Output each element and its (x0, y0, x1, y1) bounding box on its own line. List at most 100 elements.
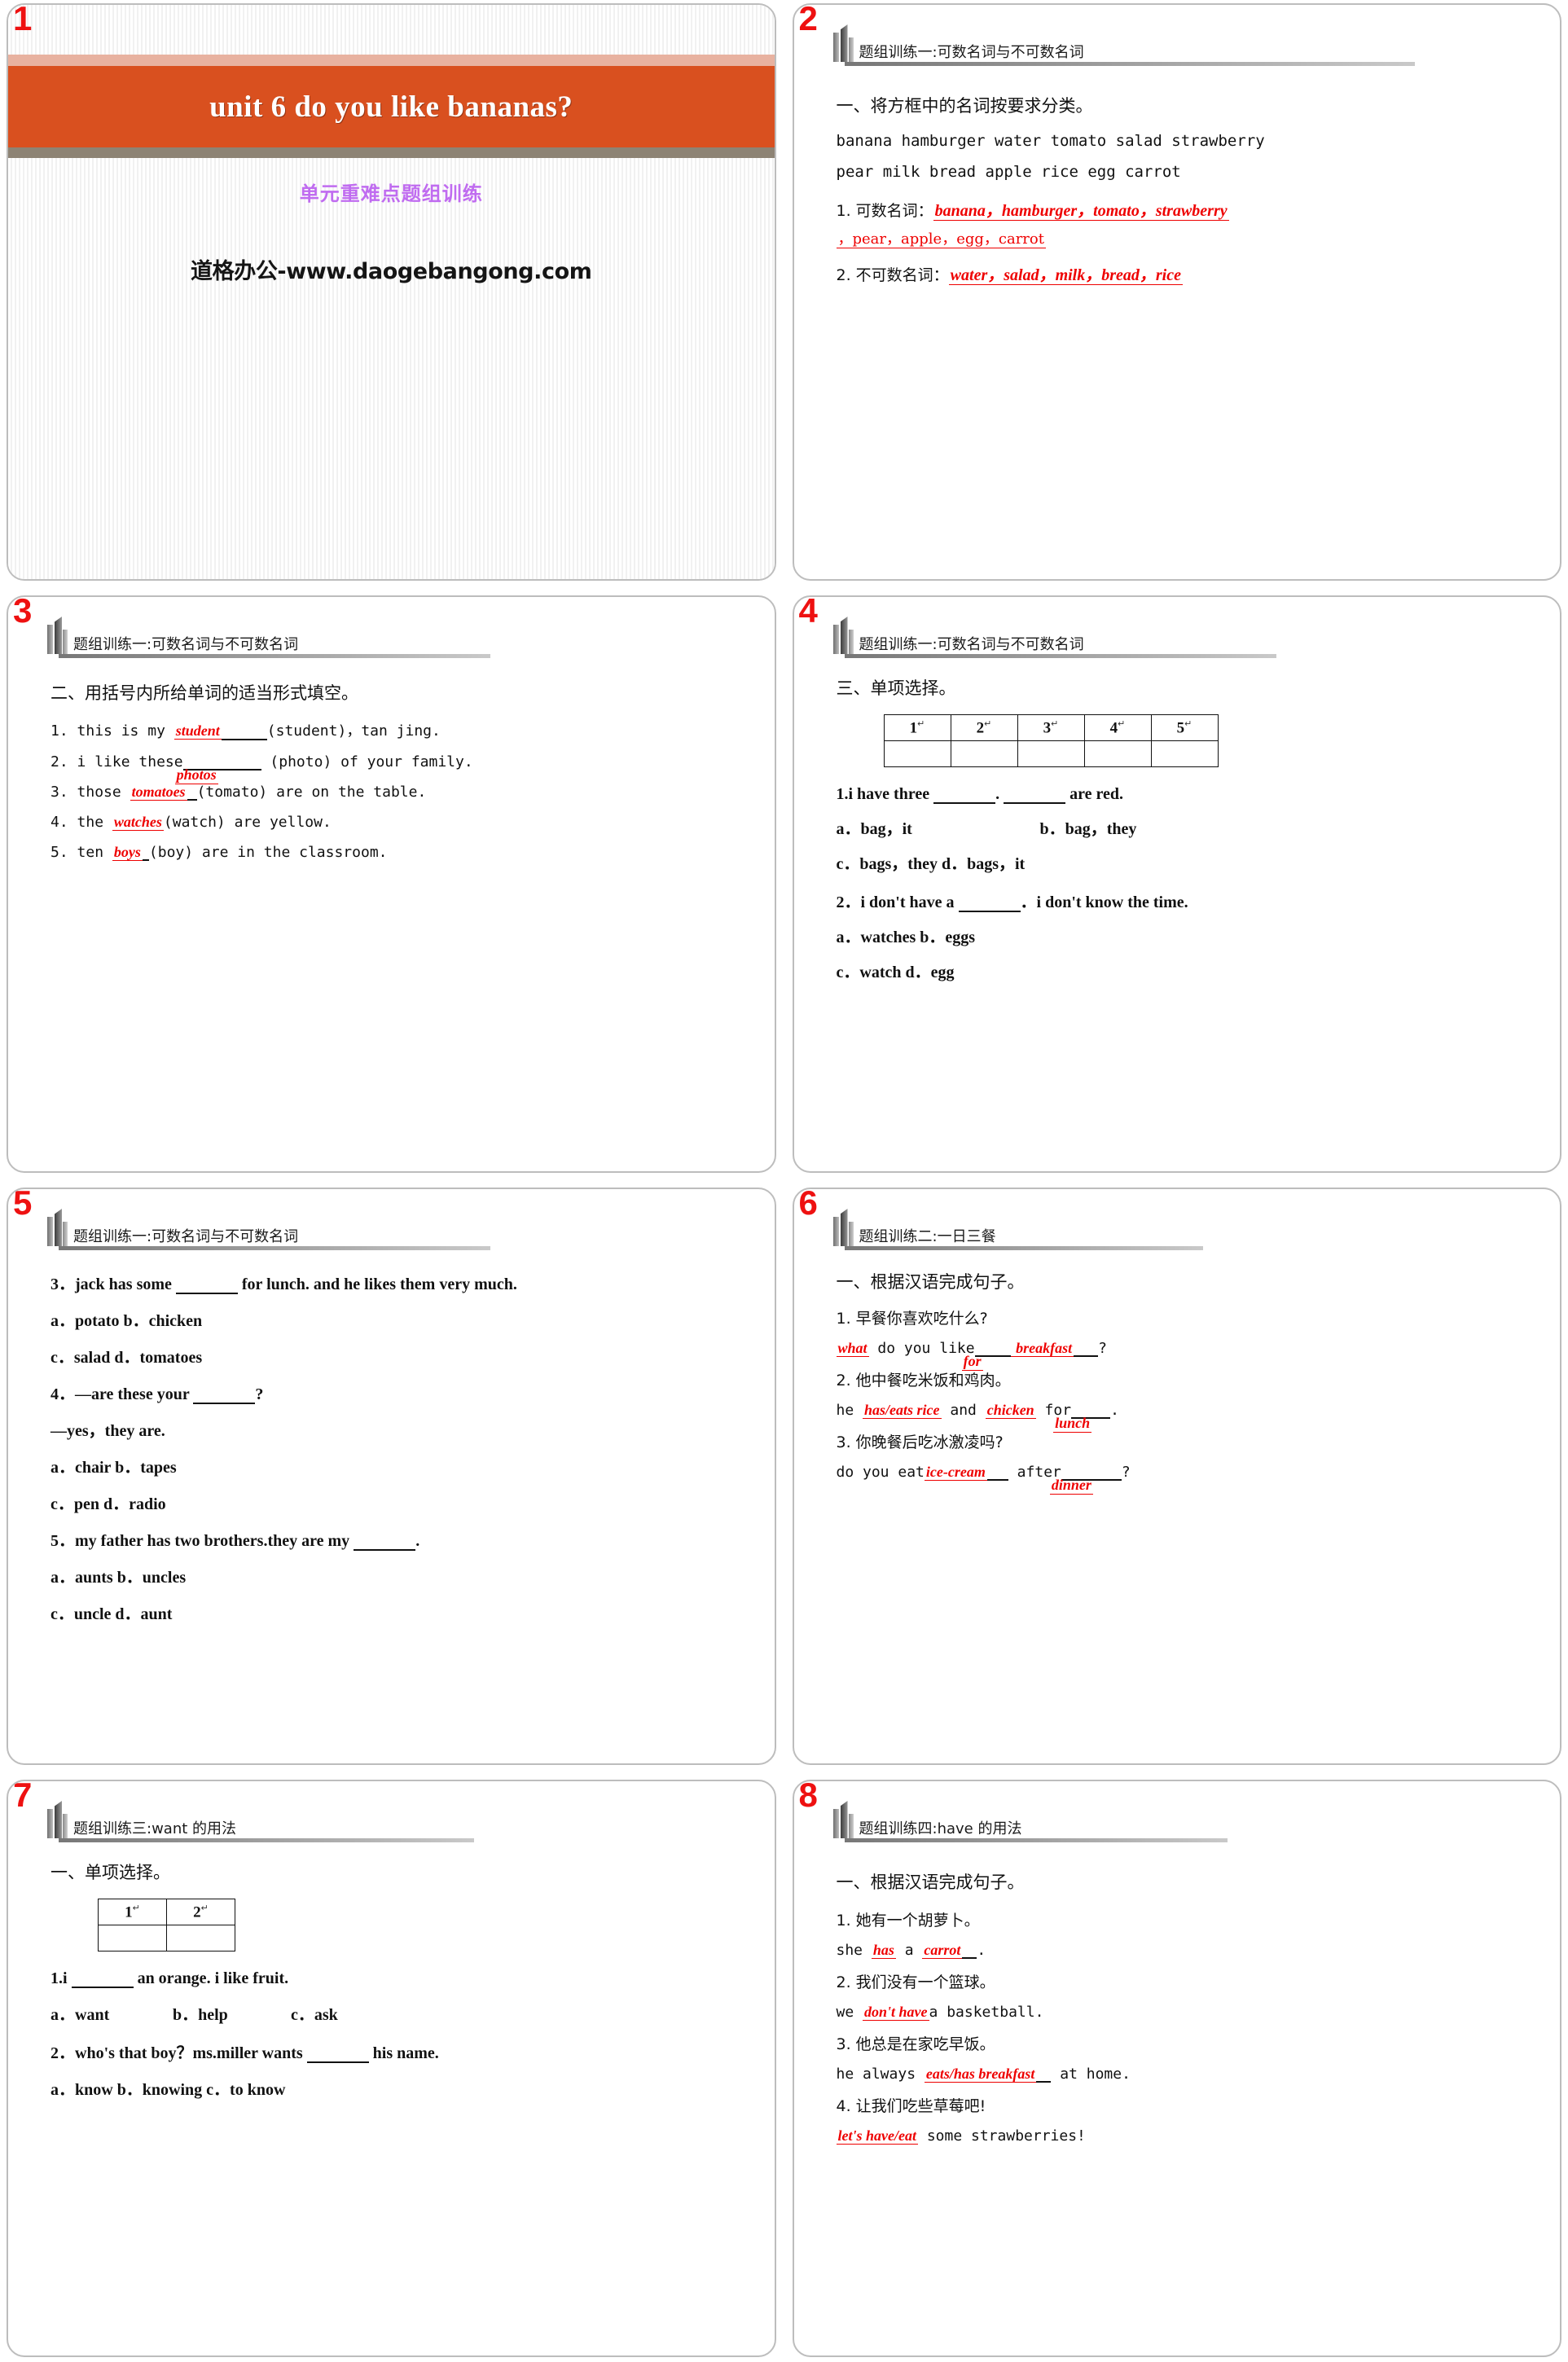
grid-answer-cell[interactable] (166, 1925, 235, 1952)
sentence-text: we (836, 2004, 863, 2021)
item-number: 4. (51, 814, 68, 831)
fill-answer: breakfast (1010, 1340, 1074, 1357)
option[interactable]: c．bags，they d．bags，it (837, 855, 1026, 873)
fill-item: 5. ten boys (boy) are in the classroom. (51, 844, 755, 861)
answer-blank (187, 799, 197, 801)
option[interactable]: a．want (51, 2001, 173, 2025)
option[interactable]: a．know b．knowing c．to know (51, 2081, 285, 2099)
answer-blank (958, 911, 1021, 912)
answer-grid[interactable]: 1↵ 2↵ (98, 1899, 235, 1952)
slide-6[interactable]: 6 题组训练二:一日三餐 一、根据汉语完成句子。 1. 早餐你喜欢吃什么? wh… (792, 1188, 1561, 1765)
slide-body: 一、根据汉语完成句子。 1. 她有一个胡萝卜。 she has a carrot… (836, 1856, 1541, 2347)
option-row: a．know b．knowing c．to know (51, 2076, 755, 2100)
option[interactable]: b．help (173, 2001, 291, 2025)
option[interactable]: a．chair b．tapes (51, 1459, 177, 1477)
section-header-label: 题组训练二:一日三餐 (859, 1228, 996, 1245)
option-row: c．uncle d．aunt (51, 1600, 755, 1624)
option[interactable]: b．bag，they (1040, 820, 1137, 838)
task-instruction: 三、单项选择。 (836, 678, 956, 698)
grid-answer-cell[interactable] (950, 740, 1018, 767)
section-header: 题组训练二:一日三餐 (832, 1209, 996, 1248)
grid-answer-cell[interactable] (883, 740, 951, 767)
option[interactable]: a．watches b．eggs (837, 929, 976, 946)
slide-number: 8 (798, 1780, 818, 1814)
option[interactable]: c．pen d．radio (51, 1495, 166, 1513)
slide-3[interactable]: 3 题组训练一:可数名词与不可数名词 二、用括号内所给单词的适当形式填空。 1.… (7, 595, 776, 1173)
fill-answer: has/eats rice (863, 1402, 942, 1419)
item-post: (photo) of your family. (270, 753, 473, 771)
question-stem: 1.i an orange. i like fruit. (51, 1969, 755, 1988)
stem-pre: 1.i have three (836, 785, 934, 803)
table-row (98, 1925, 235, 1952)
slide-4[interactable]: 4 题组训练一:可数名词与不可数名词 三、单项选择。 1↵ 2↵ 3↵ 4↵ 5… (792, 595, 1561, 1173)
chinese-prompt: 3. 你晚餐后吃冰激凌吗? (836, 1433, 1004, 1451)
bookmark-icon (47, 1801, 68, 1840)
countable-answer-line2: ，pear，apple，egg，carrot (836, 230, 1046, 248)
bookmark-icon (832, 617, 854, 656)
chinese-prompt: 1. 她有一个胡萝卜。 (836, 1912, 980, 1930)
stem-pre: 2．who's that boy？ms.miller wants (51, 2044, 307, 2062)
slide-8[interactable]: 8 题组训练四:have 的用法 一、根据汉语完成句子。 1. 她有一个胡萝卜。… (792, 1780, 1561, 2357)
slide-1[interactable]: 1 unit 6 do you like bananas? 单元重难点题组训练 … (7, 3, 776, 581)
sentence-text: . (977, 1942, 986, 1959)
option-row: a．potato b．chicken (51, 1307, 755, 1331)
stem-pre: 1.i (51, 1969, 72, 1987)
slide-7[interactable]: 7 题组训练三:want 的用法 一、单项选择。 1↵ 2↵ 1.i an or… (7, 1780, 776, 2357)
grid-answer-cell[interactable] (1017, 740, 1085, 767)
option[interactable]: a．potato b．chicken (51, 1312, 202, 1330)
grid-answer-cell[interactable] (1083, 740, 1152, 767)
option-row: c．salad d．tomatoes (51, 1344, 755, 1368)
fill-answer: eats/has breakfast (924, 2066, 1037, 2083)
sentence-text: some strawberries! (917, 2127, 1086, 2145)
slide-body: 3．jack has some for lunch. and he likes … (51, 1271, 755, 1755)
fill-answer: let's have/eat (836, 2127, 918, 2145)
section-header: 题组训练一:可数名词与不可数名词 (47, 1209, 298, 1248)
item-number: 2. (51, 753, 68, 771)
bookmark-icon (832, 1209, 854, 1248)
sentence-text: ? (1098, 1340, 1107, 1357)
section-header: 题组训练一:可数名词与不可数名词 (832, 24, 1084, 64)
grid-header-cell: 2↵ (166, 1899, 235, 1925)
slide-5[interactable]: 5 题组训练一:可数名词与不可数名词 3．jack has some for l… (7, 1188, 776, 1765)
section-header-rule (844, 1246, 1203, 1250)
answer-blank (71, 1987, 134, 1988)
english-answer-line: he always eats/has breakfast at home. (837, 2066, 1541, 2083)
slide-number: 2 (798, 3, 818, 37)
grid-answer-cell[interactable] (1150, 740, 1219, 767)
item-post: (watch) are yellow. (163, 814, 332, 831)
item-pre: ten (77, 844, 112, 861)
item-post: (student)，tan jing. (266, 722, 441, 740)
fill-answer: ice-cream (924, 1464, 987, 1481)
page-title: unit 6 do you like bananas? (209, 90, 573, 124)
option-row: a．chair b．tapes (51, 1454, 755, 1477)
answer-grid[interactable]: 1↵ 2↵ 3↵ 4↵ 5↵ (883, 714, 1219, 767)
option[interactable]: a．bag，it (837, 815, 1040, 839)
english-answer-line: what do you like for breakfast? (836, 1340, 1541, 1371)
stem-pre: 5．my father has two brothers.they are my (51, 1532, 354, 1550)
slide-number: 6 (798, 1188, 818, 1222)
answer-blank (1004, 802, 1066, 804)
option[interactable]: c．salad d．tomatoes (51, 1349, 202, 1367)
option[interactable]: c．uncle d．aunt (51, 1605, 172, 1623)
option-row: c．watch d．egg (837, 959, 1541, 982)
section-header: 题组训练三:want 的用法 (47, 1801, 236, 1840)
sentence-text: and (941, 1402, 986, 1419)
option[interactable]: c．ask (291, 2006, 338, 2024)
option-row: a．watches b．eggs (837, 924, 1541, 947)
fill-item: 1. this is my student (student)，tan jing. (51, 719, 755, 740)
slide-number: 3 (13, 595, 33, 630)
answer-response: —yes，they are. (51, 1422, 165, 1440)
slide-2[interactable]: 2 题组训练一:可数名词与不可数名词 一、将方框中的名词按要求分类。 banan… (792, 3, 1561, 581)
bookmark-icon (832, 24, 854, 64)
section-header: 题组训练四:have 的用法 (832, 1801, 1021, 1840)
option-row: a．aunts b．uncles (51, 1564, 755, 1587)
site-credit: 道格办公-www.daogebangong.com (191, 259, 592, 284)
option[interactable]: a．aunts b．uncles (51, 1569, 186, 1587)
stem-post: ．i don't know the time. (1020, 893, 1188, 911)
grid-answer-cell[interactable] (98, 1925, 167, 1952)
slide-number: 4 (798, 595, 818, 630)
option[interactable]: c．watch d．egg (837, 964, 955, 981)
stem-mid: . (995, 785, 1004, 803)
grid-header-cell: 5↵ (1150, 714, 1219, 741)
english-answer-line: let's have/eat some strawberries! (836, 2127, 1541, 2145)
